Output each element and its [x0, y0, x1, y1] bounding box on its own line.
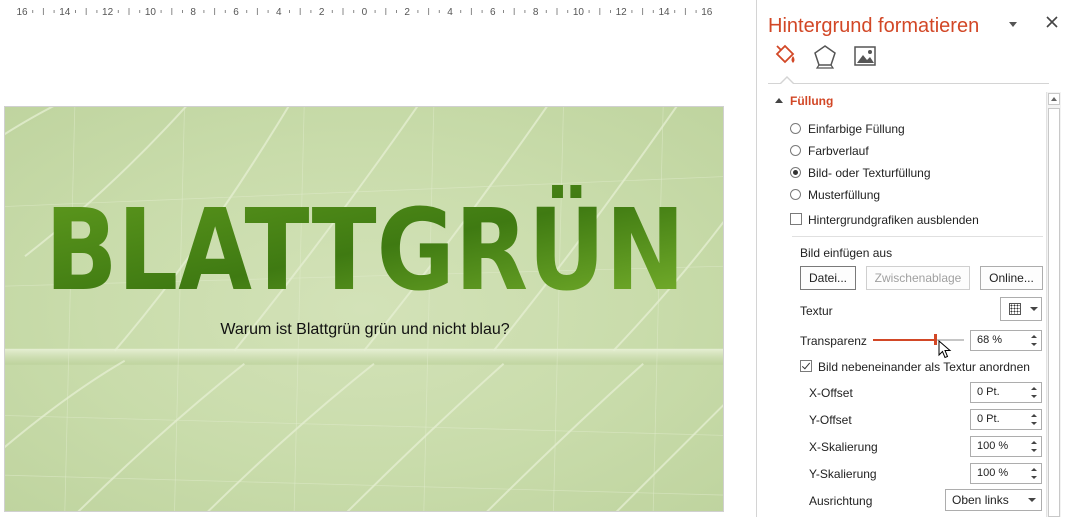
ruler-label: 8: [190, 7, 196, 18]
checkbox-label: Hintergrundgrafiken ausblenden: [808, 213, 979, 227]
ruler-label: 14: [59, 7, 71, 18]
offset-y-label: Y-Offset: [809, 413, 852, 427]
pane-title: Hintergrund formatieren: [768, 15, 980, 37]
spinner-value: 100 %: [977, 440, 1009, 452]
texture-label: Textur: [800, 304, 833, 318]
checkbox-label: Bild nebeneinander als Textur anordnen: [818, 360, 1030, 374]
horizontal-ruler[interactable]: 16 14 12 10 8 6 4 2 0 2 4 6 8 10 12 14 16: [4, 3, 724, 20]
spin-up-icon[interactable]: [1031, 335, 1037, 338]
ruler-label: 12: [102, 7, 114, 18]
spin-down-icon[interactable]: [1031, 422, 1037, 425]
spinner-arrows[interactable]: [1028, 331, 1041, 350]
spinner-value: 100 %: [977, 467, 1009, 479]
spinner-arrows[interactable]: [1028, 464, 1041, 483]
ruler-label: 14: [658, 7, 670, 18]
chevron-down-icon: [1028, 498, 1036, 502]
active-tab-indicator-inner: [781, 78, 793, 84]
spin-up-icon[interactable]: [1031, 468, 1037, 471]
scroll-up-arrow-icon[interactable]: [1048, 93, 1060, 105]
ruler-label: 16: [701, 7, 713, 18]
pane-options-chevron-icon[interactable]: [1006, 17, 1020, 31]
fill-line-tab-icon[interactable]: [771, 42, 799, 70]
texture-dropdown[interactable]: [1000, 297, 1042, 321]
texture-swatch-icon: [1009, 303, 1021, 315]
ruler-label: 2: [404, 7, 410, 18]
spin-down-icon[interactable]: [1031, 476, 1037, 479]
transparency-label: Transparenz: [800, 334, 867, 348]
slide-editor: 16 14 12 10 8 6 4 2 0 2 4 6 8 10 12 14 16: [0, 0, 756, 517]
offset-x-spinner[interactable]: 0 Pt.: [970, 382, 1042, 403]
ruler-scale: 16 14 12 10 8 6 4 2 0 2 4 6 8 10 12 14 16: [16, 7, 713, 18]
spin-down-icon[interactable]: [1031, 343, 1037, 346]
transparency-slider-thumb[interactable]: [933, 334, 937, 345]
spin-down-icon[interactable]: [1031, 449, 1037, 452]
spinner-arrows[interactable]: [1028, 437, 1041, 456]
format-background-pane: Hintergrund formatieren Füllung Einfarbi…: [757, 0, 1078, 517]
checkbox[interactable]: [790, 213, 802, 225]
transparency-slider-fill: [873, 339, 935, 341]
radio-button[interactable]: [790, 145, 801, 156]
ruler-label: 4: [276, 7, 282, 18]
ruler-label: 4: [447, 7, 453, 18]
scrollbar-thumb[interactable]: [1048, 108, 1060, 517]
file-button[interactable]: Datei...: [800, 266, 856, 290]
scale-x-label: X-Skalierung: [809, 440, 878, 454]
clipboard-button[interactable]: Zwischenablage: [866, 266, 970, 290]
spinner-value: 68 %: [977, 334, 1003, 346]
radio-label: Musterfüllung: [808, 188, 881, 202]
ruler-label: 10: [573, 7, 585, 18]
online-button[interactable]: Online...: [980, 266, 1043, 290]
radio-label: Einfarbige Füllung: [808, 122, 905, 136]
spin-up-icon[interactable]: [1031, 414, 1037, 417]
ruler-label: 0: [362, 7, 368, 18]
transparency-spinner[interactable]: 68 %: [970, 330, 1042, 351]
ruler-label: 2: [319, 7, 325, 18]
offset-y-spinner[interactable]: 0 Pt.: [970, 409, 1042, 430]
spin-down-icon[interactable]: [1031, 395, 1037, 398]
offset-x-label: X-Offset: [809, 386, 853, 400]
ruler-label: 10: [145, 7, 157, 18]
checkbox-checked[interactable]: [800, 360, 812, 372]
slide-title[interactable]: BLATTGRÜN: [5, 185, 724, 305]
leaf-texture-background: [5, 107, 723, 511]
radio-label: Bild- oder Texturfüllung: [808, 166, 931, 180]
close-icon[interactable]: [1044, 14, 1060, 30]
ruler-label: 8: [533, 7, 539, 18]
spin-up-icon[interactable]: [1031, 387, 1037, 390]
pane-scrollbar[interactable]: [1046, 92, 1061, 517]
section-header-fill[interactable]: Füllung: [790, 94, 833, 108]
picture-tab-icon[interactable]: [851, 42, 879, 70]
collapse-caret-icon[interactable]: [775, 98, 783, 103]
spinner-arrows[interactable]: [1028, 383, 1041, 402]
ruler-label: 6: [233, 7, 239, 18]
radio-label: Farbverlauf: [808, 144, 869, 158]
chevron-down-icon: [1030, 307, 1038, 311]
spin-up-icon[interactable]: [1031, 441, 1037, 444]
scale-y-label: Y-Skalierung: [809, 467, 877, 481]
slide-title-text: BLATTGRÜN: [45, 185, 685, 305]
alignment-label: Ausrichtung: [809, 494, 873, 508]
spinner-value: 0 Pt.: [977, 413, 1000, 425]
scale-y-spinner[interactable]: 100 %: [970, 463, 1042, 484]
ruler-label: 6: [490, 7, 496, 18]
alignment-dropdown[interactable]: Oben links: [945, 489, 1042, 511]
alignment-value: Oben links: [952, 493, 1009, 507]
effects-pentagon-icon[interactable]: [811, 42, 839, 70]
radio-button[interactable]: [790, 189, 801, 200]
radio-button[interactable]: [790, 123, 801, 134]
ruler-label: 12: [616, 7, 628, 18]
slide-subtitle[interactable]: Warum ist Blattgrün grün und nicht blau?: [5, 321, 723, 339]
spinner-value: 0 Pt.: [977, 386, 1000, 398]
ruler-label: 16: [16, 7, 28, 18]
insert-picture-label: Bild einfügen aus: [800, 246, 893, 260]
tab-divider: [768, 83, 1049, 84]
subsection-divider: [792, 236, 1043, 237]
slide-canvas[interactable]: BLATTGRÜN Warum ist Blattgrün grün und n…: [4, 106, 724, 512]
mouse-pointer-icon: [938, 340, 952, 359]
scale-x-spinner[interactable]: 100 %: [970, 436, 1042, 457]
spinner-arrows[interactable]: [1028, 410, 1041, 429]
radio-button-selected[interactable]: [790, 167, 801, 178]
